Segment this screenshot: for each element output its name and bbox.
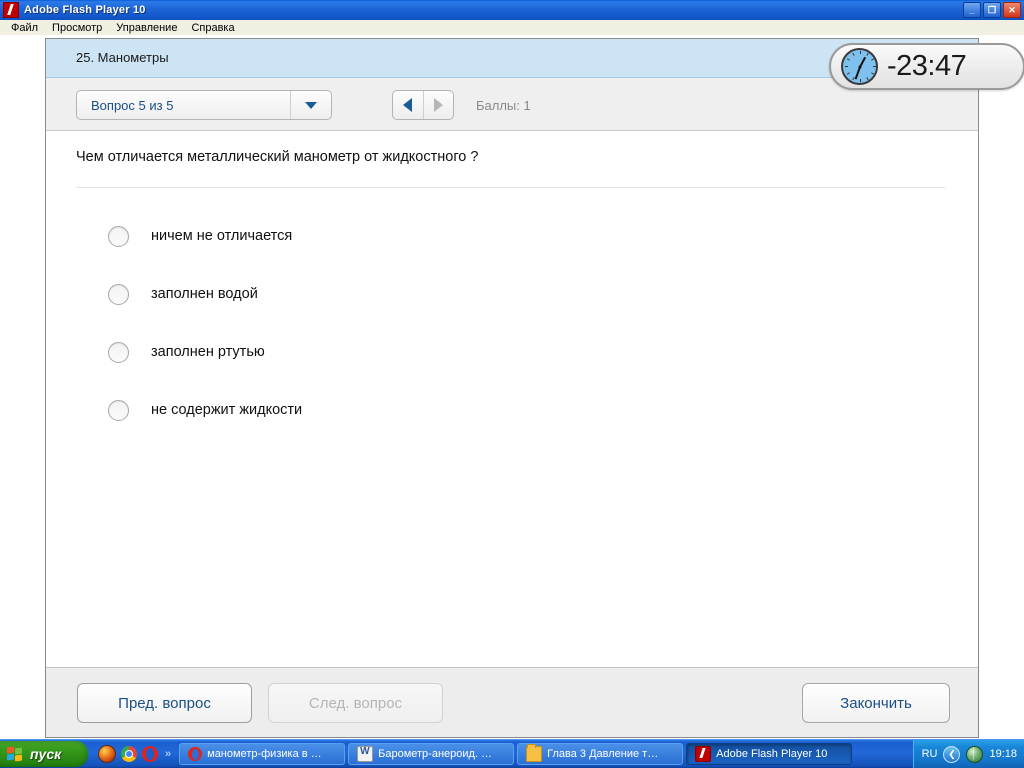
prev-arrow-icon[interactable] (393, 98, 423, 112)
windows-taskbar: пуск » манометр-физика в … Барометр-анер… (0, 739, 1024, 768)
quiz-title: 25. Манометры (76, 50, 169, 65)
quick-launch-overflow-icon[interactable]: » (165, 748, 171, 760)
answer-options-list: ничем не отличается заполнен водой запол… (108, 223, 808, 455)
question-divider (76, 187, 945, 188)
windows-flag-icon (7, 746, 24, 762)
minimize-button[interactable]: _ (963, 2, 981, 18)
clock-icon (841, 48, 878, 85)
answer-option-label: ничем не отличается (151, 228, 293, 244)
taskbar-button-label: Глава 3 Давление т… (547, 748, 659, 760)
timer-value: -23:47 (887, 50, 967, 82)
answer-option[interactable]: заполнен ртутью (108, 339, 808, 365)
menu-bar: Файл Просмотр Управление Справка (0, 20, 1024, 35)
opera-icon (188, 747, 203, 761)
radio-button-icon[interactable] (108, 283, 129, 305)
radio-button-icon[interactable] (108, 225, 129, 247)
menu-item-view[interactable]: Просмотр (45, 22, 109, 34)
close-icon: ✕ (1008, 4, 1016, 15)
system-tray: RU ❮ 19:18 (912, 740, 1024, 768)
word-doc-icon (357, 746, 374, 762)
answer-option-label: не содержит жидкости (151, 402, 303, 418)
window-title: Adobe Flash Player 10 (24, 4, 146, 16)
firefox-icon[interactable] (98, 745, 116, 763)
taskbar-button-label: Барометр-анероид. … (378, 748, 493, 760)
answer-option-label: заполнен ртутью (151, 344, 265, 360)
radio-button-icon[interactable] (108, 399, 129, 421)
taskbar-button-active[interactable]: Adobe Flash Player 10 (686, 743, 853, 765)
prev-question-button[interactable]: Пред. вопрос (77, 683, 252, 723)
next-arrow-icon (424, 98, 454, 112)
flash-icon (695, 746, 712, 762)
flash-stage: 25. Манометры Вопрос 5 из 5 Баллы: 1 -23… (45, 38, 1024, 738)
tray-clock[interactable]: 19:18 (989, 748, 1017, 760)
window-titlebar: Adobe Flash Player 10 _ ❐ ✕ (0, 0, 1024, 20)
minimize-icon: _ (969, 4, 975, 15)
restore-button[interactable]: ❐ (983, 2, 1001, 18)
quiz-body: Чем отличается металлический манометр от… (46, 131, 978, 667)
quiz-footer: Пред. вопрос След. вопрос Закончить (46, 667, 978, 737)
answer-option-label: заполнен водой (151, 286, 258, 302)
taskbar-button[interactable]: Барометр-анероид. … (348, 743, 515, 765)
question-nav-group (392, 90, 454, 120)
question-selector-value: Вопрос 5 из 5 (91, 97, 174, 113)
folder-icon (526, 744, 543, 762)
taskbar-buttons: манометр-физика в … Барометр-анероид. … … (179, 743, 912, 765)
score-label: Баллы: 1 (476, 98, 531, 113)
start-button-label: пуск (30, 746, 62, 762)
taskbar-button-label: манометр-физика в … (207, 748, 322, 760)
taskbar-button[interactable]: манометр-физика в … (179, 743, 346, 765)
window-controls: _ ❐ ✕ (963, 2, 1021, 18)
finish-button[interactable]: Закончить (802, 683, 950, 723)
close-button[interactable]: ✕ (1003, 2, 1021, 18)
taskbar-button-label: Adobe Flash Player 10 (716, 748, 828, 760)
answer-option[interactable]: заполнен водой (108, 281, 808, 307)
radio-button-icon[interactable] (108, 341, 129, 363)
question-selector-dropdown[interactable]: Вопрос 5 из 5 (76, 90, 332, 120)
answer-option[interactable]: не содержит жидкости (108, 397, 808, 423)
next-question-button: След. вопрос (268, 683, 443, 723)
network-globe-icon[interactable] (966, 745, 984, 763)
start-button[interactable]: пуск (0, 741, 88, 767)
timer-badge: -23:47 (829, 43, 1024, 90)
menu-item-file[interactable]: Файл (4, 22, 45, 34)
quick-launch-bar: » (98, 745, 171, 763)
taskbar-button[interactable]: Глава 3 Давление т… (517, 743, 684, 765)
desktop-screen: Adobe Flash Player 10 _ ❐ ✕ Файл Просмот… (0, 0, 1024, 768)
menu-item-control[interactable]: Управление (109, 22, 184, 34)
restore-icon: ❐ (987, 4, 997, 15)
chrome-icon[interactable] (121, 746, 137, 762)
answer-option[interactable]: ничем не отличается (108, 223, 808, 249)
menu-item-help[interactable]: Справка (184, 22, 241, 34)
flash-icon (3, 2, 19, 18)
opera-icon[interactable] (142, 746, 158, 762)
quiz-toolbar: Вопрос 5 из 5 Баллы: 1 (46, 78, 978, 131)
chevron-down-icon[interactable] (291, 101, 331, 109)
tray-expand-icon[interactable]: ❮ (943, 745, 961, 763)
language-indicator[interactable]: RU (922, 748, 938, 760)
question-text: Чем отличается металлический манометр от… (76, 149, 479, 165)
